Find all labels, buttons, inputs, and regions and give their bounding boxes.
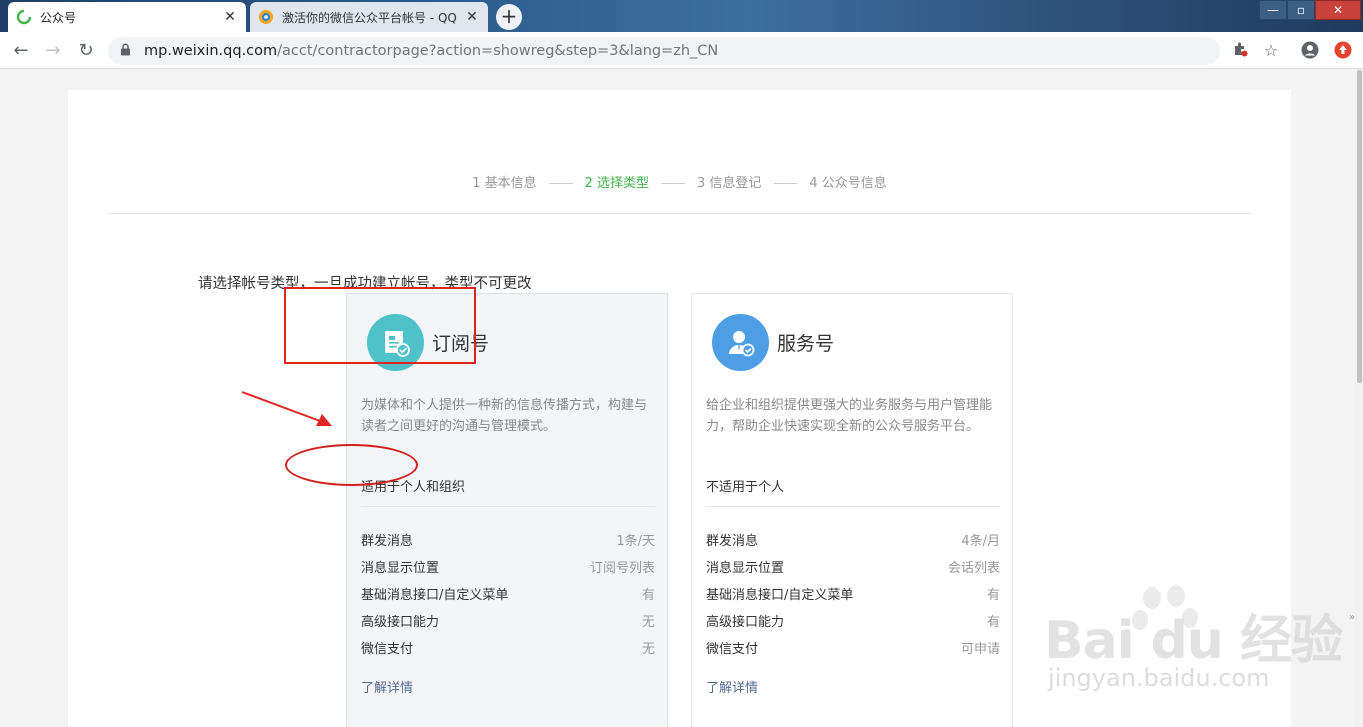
step-1: 1 基本信息 bbox=[472, 176, 537, 191]
feature-value: 1条/天 bbox=[616, 534, 655, 549]
card-audience: 不适用于个人 bbox=[706, 480, 785, 495]
feature-name: 消息显示位置 bbox=[706, 561, 785, 576]
feature-row: 高级接口能力 有 bbox=[706, 611, 1000, 630]
watermark-site: jingyan.baidu.com bbox=[1048, 664, 1270, 692]
tab-label: 公众号 bbox=[40, 10, 77, 25]
feature-name: 高级接口能力 bbox=[706, 615, 785, 630]
card-title: 服务号 bbox=[777, 333, 835, 355]
feature-value: 有 bbox=[641, 588, 655, 603]
url-host: mp.weixin.qq.com bbox=[144, 43, 278, 59]
forward-icon[interactable]: → bbox=[42, 40, 64, 62]
step-separator: —— bbox=[773, 176, 798, 191]
feature-name: 微信支付 bbox=[706, 642, 759, 657]
step-3: 3 信息登记 bbox=[697, 176, 762, 191]
annotation-arrow-icon bbox=[241, 391, 332, 426]
reload-icon[interactable]: ↻ bbox=[75, 40, 97, 62]
url-path: /acct/contractorpage?action=showreg&step… bbox=[277, 43, 719, 59]
feature-row: 群发消息 4条/月 bbox=[706, 530, 1000, 549]
step-4: 4 公众号信息 bbox=[809, 176, 887, 191]
feature-value: 有 bbox=[986, 615, 1000, 630]
feature-row: 消息显示位置 会话列表 bbox=[706, 557, 1000, 576]
tab-label: 激活你的微信公众平台帐号 - QQ bbox=[282, 10, 457, 25]
annotation-ellipse bbox=[285, 444, 418, 486]
scrollbar-thumb[interactable] bbox=[1357, 70, 1362, 383]
new-tab-button[interactable]: + bbox=[496, 4, 522, 30]
step-2-current: 2 选择类型 bbox=[584, 176, 649, 191]
feature-value: 会话列表 bbox=[947, 561, 1000, 576]
qq-mail-favicon-icon bbox=[258, 9, 274, 25]
lock-icon bbox=[120, 43, 134, 59]
feature-value: 可申请 bbox=[960, 642, 1000, 657]
minimize-window-icon[interactable]: — bbox=[1259, 0, 1287, 20]
service-person-icon bbox=[712, 314, 769, 371]
service-account-card[interactable]: 服务号 给企业和组织提供更强大的业务服务与用户管理能力，帮助企业快速实现全新的公… bbox=[691, 293, 1013, 727]
card-description: 给企业和组织提供更强大的业务服务与用户管理能力，帮助企业快速实现全新的公众号服务… bbox=[706, 398, 993, 434]
feature-name: 高级接口能力 bbox=[361, 615, 440, 630]
feature-row: 消息显示位置 订阅号列表 bbox=[361, 557, 655, 576]
feature-value: 4条/月 bbox=[961, 534, 1000, 549]
feature-value: 订阅号列表 bbox=[589, 561, 655, 576]
feature-value: 有 bbox=[986, 588, 1000, 603]
feature-name: 基础消息接口/自定义菜单 bbox=[361, 588, 509, 603]
watermark-brand: Bai du 经验 bbox=[1044, 611, 1343, 671]
tab-gongzhonghao[interactable]: 公众号 ✕ bbox=[8, 2, 246, 32]
steps-divider bbox=[108, 213, 1251, 214]
update-icon[interactable] bbox=[1333, 41, 1353, 61]
step-indicator: 1 基本信息 —— 2 选择类型 —— 3 信息登记 —— 4 公众号信息 bbox=[68, 172, 1291, 191]
tab-activate-account[interactable]: 激活你的微信公众平台帐号 - QQ ✕ bbox=[250, 2, 488, 32]
tab-close-icon[interactable]: ✕ bbox=[222, 9, 238, 25]
step-separator: —— bbox=[661, 176, 686, 191]
side-scroll-arrow-icon[interactable]: » bbox=[1349, 612, 1355, 623]
feature-row: 群发消息 1条/天 bbox=[361, 530, 655, 549]
back-icon[interactable]: ← bbox=[10, 40, 32, 62]
tab-strip: 公众号 ✕ 激活你的微信公众平台帐号 - QQ ✕ + — ▫ ✕ bbox=[0, 0, 1363, 32]
feature-value: 无 bbox=[641, 642, 655, 657]
annotation-highlight-box bbox=[284, 287, 476, 364]
feature-name: 群发消息 bbox=[361, 534, 414, 549]
bookmark-star-icon[interactable]: ☆ bbox=[1261, 41, 1281, 61]
browser-toolbar: ← → ↻ mp.weixin.qq.com/acct/contractorpa… bbox=[0, 32, 1363, 69]
feature-value: 无 bbox=[641, 615, 655, 630]
feature-name: 微信支付 bbox=[361, 642, 414, 657]
feature-row: 基础消息接口/自定义菜单 有 bbox=[706, 584, 1000, 603]
card-description: 为媒体和个人提供一种新的信息传播方式，构建与读者之间更好的沟通与管理模式。 bbox=[361, 398, 648, 434]
wechat-mp-favicon-icon bbox=[16, 9, 32, 25]
feature-row: 微信支付 无 bbox=[361, 638, 655, 657]
step-separator: —— bbox=[548, 176, 574, 191]
feature-name: 基础消息接口/自定义菜单 bbox=[706, 588, 854, 603]
feature-row: 基础消息接口/自定义菜单 有 bbox=[361, 584, 655, 603]
tab-close-icon[interactable]: ✕ bbox=[464, 9, 480, 25]
extension-icon[interactable] bbox=[1230, 41, 1250, 61]
feature-row: 高级接口能力 无 bbox=[361, 611, 655, 630]
card-header: 服务号 bbox=[712, 314, 834, 371]
feature-name: 消息显示位置 bbox=[361, 561, 440, 576]
learn-more-link[interactable]: 了解详情 bbox=[361, 677, 413, 696]
profile-avatar-icon[interactable] bbox=[1300, 41, 1320, 61]
maximize-window-icon[interactable]: ▫ bbox=[1287, 0, 1315, 20]
feature-name: 群发消息 bbox=[706, 534, 759, 549]
address-bar[interactable]: mp.weixin.qq.com/acct/contractorpage?act… bbox=[108, 37, 1220, 65]
card-divider bbox=[706, 506, 1000, 507]
close-window-icon[interactable]: ✕ bbox=[1315, 0, 1361, 20]
feature-row: 微信支付 可申请 bbox=[706, 638, 1000, 657]
card-divider bbox=[361, 506, 655, 507]
learn-more-link[interactable]: 了解详情 bbox=[706, 677, 758, 696]
